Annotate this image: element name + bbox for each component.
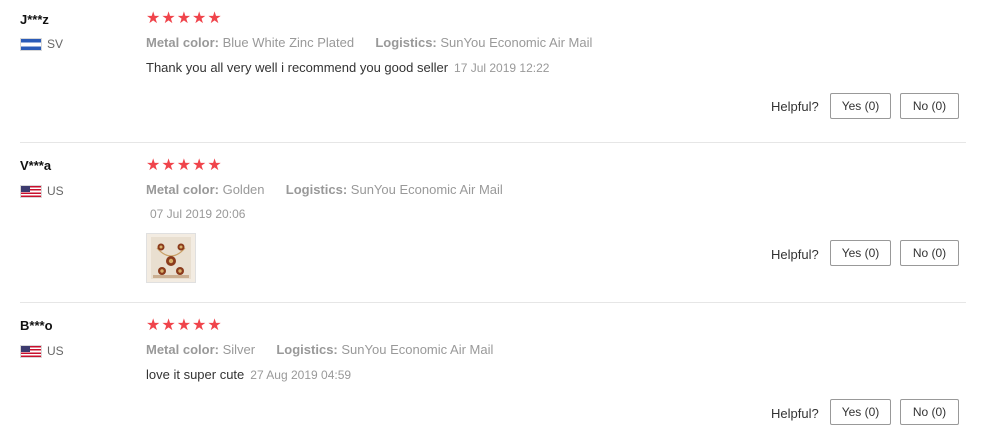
metal-color-label: Metal color: [146, 342, 219, 357]
helpful-no-button[interactable]: No (0) [900, 240, 959, 266]
reviewer-country: US [20, 344, 64, 358]
country-code: SV [47, 37, 64, 51]
review-text: love it super cute [146, 367, 245, 382]
helpful-yes-button[interactable]: Yes (0) [830, 399, 891, 425]
logistics-label: Logistics: [285, 182, 348, 197]
us-flag-icon [20, 344, 42, 358]
star-rating: ★★★★★ [146, 157, 223, 174]
jewelry-set-photo-icon [147, 234, 195, 282]
review-attributes: Metal color: Golden Logistics: SunYou Ec… [146, 182, 503, 197]
review-photo-thumbnail[interactable] [146, 233, 196, 283]
metal-color-value: Silver [222, 342, 256, 357]
helpful-no-button[interactable]: No (0) [900, 399, 959, 425]
reviewer-name: B***o [20, 318, 53, 333]
logistics-value: SunYou Economic Air Mail [341, 342, 494, 357]
reviewer-name: J***z [20, 12, 49, 27]
reviewer-name: V***a [20, 158, 52, 173]
helpful-label: Helpful? [771, 247, 819, 262]
star-rating: ★★★★★ [146, 10, 223, 27]
helpful-label: Helpful? [771, 406, 819, 421]
review-attributes: Metal color: Blue White Zinc Plated Logi… [146, 35, 592, 50]
country-code: US [47, 344, 64, 358]
metal-color-value: Golden [222, 182, 265, 197]
us-flag-icon [20, 184, 42, 198]
country-code: US [47, 184, 64, 198]
reviewer-country: SV [20, 37, 63, 51]
review-divider [20, 302, 966, 303]
reviewer-country: US [20, 184, 64, 198]
logistics-label: Logistics: [375, 35, 437, 50]
metal-color-label: Metal color: [146, 182, 219, 197]
helpful-no-button[interactable]: No (0) [900, 93, 959, 119]
review-date: 17 Jul 2019 12:22 [454, 61, 550, 75]
logistics-value: SunYou Economic Air Mail [350, 182, 503, 197]
review-date: 27 Aug 2019 04:59 [250, 368, 352, 382]
logistics-label: Logistics: [276, 342, 338, 357]
helpful-yes-button[interactable]: Yes (0) [830, 93, 891, 119]
metal-color-value: Blue White Zinc Plated [222, 35, 355, 50]
logistics-value: SunYou Economic Air Mail [440, 35, 593, 50]
metal-color-label: Metal color: [146, 35, 219, 50]
helpful-yes-button[interactable]: Yes (0) [830, 240, 891, 266]
star-rating: ★★★★★ [146, 317, 223, 334]
review-date: 07 Jul 2019 20:06 [150, 207, 246, 221]
el-salvador-flag-icon [20, 37, 42, 51]
helpful-label: Helpful? [771, 99, 819, 114]
review-text: Thank you all very well i recommend you … [146, 60, 449, 75]
review-text-row: Thank you all very well i recommend you … [146, 60, 549, 75]
review-text-row: love it super cute 27 Aug 2019 04:59 [146, 367, 351, 382]
review-attributes: Metal color: Silver Logistics: SunYou Ec… [146, 342, 493, 357]
review-divider [20, 142, 966, 143]
